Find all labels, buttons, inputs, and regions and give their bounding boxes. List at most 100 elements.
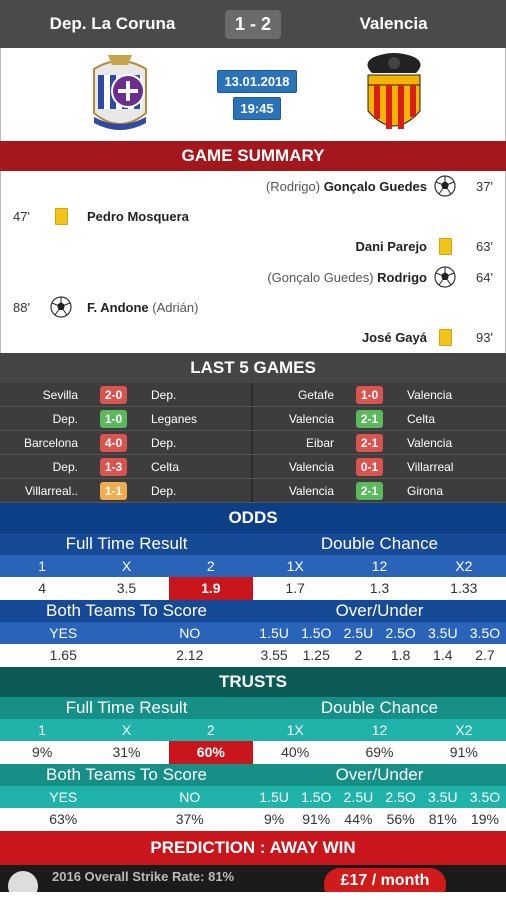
- summary-event: Dani Parejo 63': [1, 232, 505, 262]
- game-away-team: Girona: [407, 483, 444, 498]
- game-home-team: Valencia: [288, 459, 334, 474]
- odds-value-cell: 1.25: [302, 647, 330, 663]
- trusts-label-btts: YES NO: [0, 786, 253, 808]
- trusts-label-cell: 12: [371, 722, 388, 738]
- last5-row: Dep. 1-3 Celta Valencia 0-1 Villarreal: [0, 455, 506, 479]
- summary-event: (Gonçalo Guedes) Rodrigo 64': [1, 262, 505, 292]
- event-minute: 88': [13, 299, 30, 315]
- game-result-badge: 1-3: [100, 457, 127, 476]
- trusts-values-1: 9% 31% 60% 40% 69% 91%: [0, 741, 506, 764]
- game-home-team: Valencia: [288, 483, 334, 498]
- event-player: (Gonçalo Guedes) Rodrigo: [267, 270, 427, 285]
- match-score: 1 - 2: [224, 9, 282, 39]
- game-home-team: Valencia: [288, 411, 334, 426]
- trusts-label-cell: 3.5O: [469, 789, 501, 805]
- yellow-card-icon: [43, 207, 79, 225]
- game-away-team: Celta: [151, 459, 180, 474]
- event-player-name: Rodrigo: [377, 269, 427, 285]
- odds-label-cell: 1: [38, 558, 47, 574]
- subscription-ad-banner[interactable]: 2016 Overall Strike Rate: 81% £17 / mont…: [0, 865, 506, 892]
- trusts-value-cell: 81%: [428, 811, 457, 827]
- trusts-btts-label: Both Teams To Score: [46, 765, 207, 784]
- odds-btts-label: Both Teams To Score: [46, 601, 207, 620]
- trusts-value-cell: 56%: [386, 811, 415, 827]
- odds-value-cell: 1.3: [369, 580, 390, 596]
- home-team-game: Dep. 1-3 Celta: [0, 455, 253, 478]
- game-home-team: Eibar: [305, 435, 334, 450]
- summary-event: (Rodrigo) Gonçalo Guedes 37': [1, 171, 505, 201]
- trusts-value-cell: 9%: [263, 811, 285, 827]
- odds-value-cell: 2: [354, 647, 363, 663]
- odds-value-btts: 1.65 2.12: [0, 644, 253, 667]
- odds-title: ODDS: [0, 503, 506, 533]
- game-result-badge: 1-0: [356, 385, 383, 404]
- yellow-card-shape: [54, 207, 68, 225]
- trusts-value-cell: 60%: [168, 741, 253, 764]
- trusts-value-ou: 9% 91% 44% 56% 81% 19%: [253, 808, 506, 831]
- trusts-values-2: 63% 37% 9% 91% 44% 56% 81% 19%: [0, 808, 506, 831]
- trusts-section-headers-2: Both Teams To Score Over/Under: [0, 764, 506, 786]
- odds-label-cell: 2: [206, 558, 215, 574]
- odds-value-cell: 3.5: [116, 580, 137, 596]
- trusts-ft-label: Full Time Result: [65, 698, 188, 717]
- home-team-game: Dep. 1-0 Leganes: [0, 407, 253, 430]
- trusts-label-cell: 2.5U: [343, 789, 374, 805]
- away-team-game: Valencia 2-1 Girona: [253, 479, 506, 502]
- odds-value-cell: 1.7: [285, 580, 305, 596]
- event-player-name: Pedro Mosquera: [87, 208, 189, 224]
- trusts-title: TRUSTS: [0, 667, 506, 697]
- odds-column-labels-2: YES NO 1.5U 1.5O 2.5U 2.5O 3.5U 3.5O: [0, 622, 506, 644]
- game-away-team: Dep.: [151, 483, 177, 498]
- ball-icon: [8, 871, 38, 892]
- last5-row: Sevilla 2-0 Dep. Getafe 1-0 Valencia: [0, 383, 506, 407]
- odds-label-cell: 2.5O: [385, 625, 416, 641]
- odds-dc-label: Double Chance: [320, 534, 439, 553]
- game-result-badge: 2-0: [100, 385, 127, 404]
- odds-value-cell: 3.55: [260, 647, 288, 663]
- game-home-team: Barcelona: [23, 435, 78, 450]
- home-team-crest: [79, 51, 161, 139]
- odds-section-headers-2: Both Teams To Score Over/Under: [0, 600, 506, 622]
- prediction-banner: PREDICTION : AWAY WIN: [0, 831, 506, 865]
- last5-row: Dep. 1-0 Leganes Valencia 2-1 Celta: [0, 407, 506, 431]
- game-away-team: Valencia: [407, 435, 453, 450]
- odds-value-cell: 1.33: [450, 580, 478, 596]
- last-5-games-title: LAST 5 GAMES: [0, 353, 506, 383]
- game-result-badge: 1-1: [100, 481, 127, 500]
- home-team-game: Sevilla 2-0 Dep.: [0, 383, 253, 406]
- away-team-game: Valencia 0-1 Villarreal: [253, 455, 506, 478]
- trusts-column-labels-2: YES NO 1.5U 1.5O 2.5U 2.5O 3.5U 3.5O: [0, 786, 506, 808]
- last5-row: Villarreal.. 1-1 Dep. Valencia 2-1 Girona: [0, 479, 506, 503]
- game-result-badge: 2-1: [356, 409, 383, 428]
- trusts-label-cell: 1.5O: [301, 789, 332, 805]
- trusts-value-cell: 31%: [112, 744, 141, 760]
- trusts-ou-label: Over/Under: [335, 765, 424, 784]
- odds-label-cell: 12: [371, 558, 388, 574]
- game-result-badge: 2-1: [356, 481, 383, 500]
- odds-section-headers-1: Full Time Result Double Chance: [0, 533, 506, 555]
- game-away-team: Valencia: [407, 387, 453, 402]
- event-minute: 37': [476, 178, 493, 194]
- ad-price-button[interactable]: £17 / month: [324, 868, 446, 892]
- home-team-name: Dep. La Coruna: [49, 14, 176, 33]
- game-away-team: Dep.: [151, 435, 177, 450]
- yellow-card-icon: [427, 329, 463, 347]
- odds-label-cell: YES: [49, 625, 78, 641]
- event-player: Pedro Mosquera: [79, 209, 189, 224]
- odds-label-cell: 1.5O: [301, 625, 332, 641]
- trusts-label-cell: 1X: [286, 722, 304, 738]
- game-away-team: Leganes: [151, 411, 198, 426]
- trusts-value-cell: 19%: [470, 811, 499, 827]
- odds-value-cell: 1.65: [49, 647, 77, 663]
- ball-icon: [427, 266, 463, 288]
- game-result-badge: 1-0: [100, 409, 127, 428]
- away-team-crest: [353, 51, 435, 139]
- away-team-game: Valencia 2-1 Celta: [253, 407, 506, 430]
- odds-column-labels-1: 1 X 2 1X 12 X2: [0, 555, 506, 577]
- away-team-name: Valencia: [359, 14, 428, 33]
- odds-value-cell: 1.8: [390, 647, 411, 663]
- yellow-card-shape: [438, 329, 452, 347]
- event-player-name: Dani Parejo: [355, 239, 427, 255]
- trusts-value-cell: 40%: [281, 744, 310, 760]
- event-player-name: José Gayá: [361, 330, 427, 346]
